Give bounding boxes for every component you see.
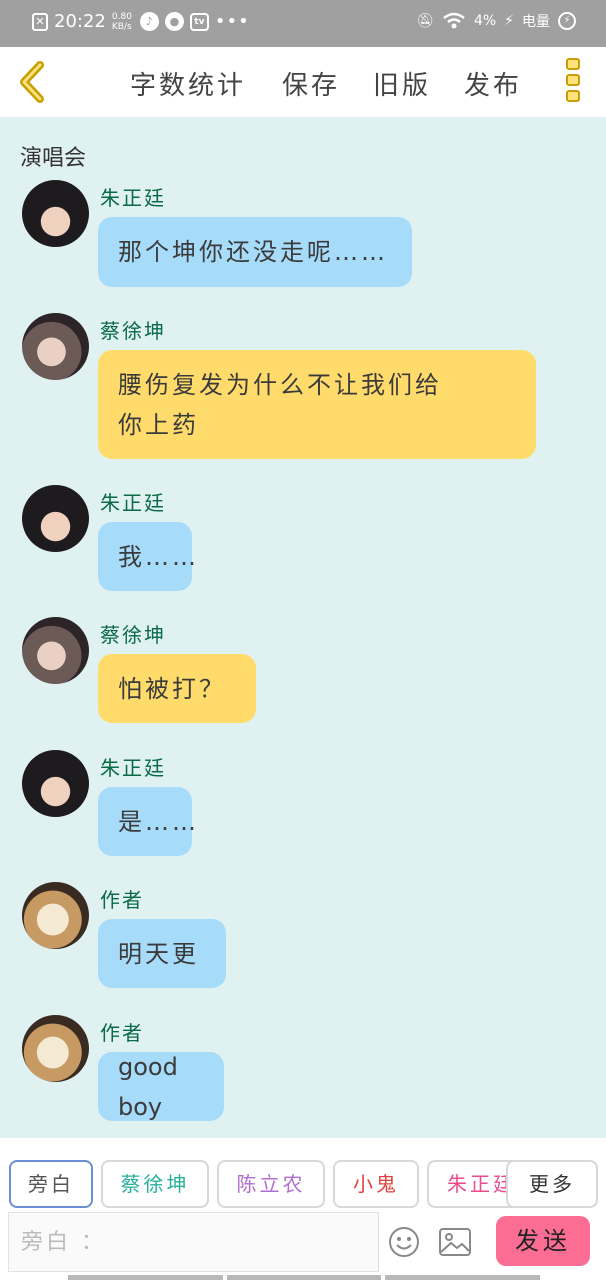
top-toolbar: 字数统计 保存 旧版 发布 bbox=[0, 47, 606, 117]
sender-name: 作者 bbox=[100, 888, 144, 912]
nav-indicator bbox=[68, 1275, 541, 1280]
message-bubble[interactable]: 是…… bbox=[98, 787, 196, 856]
message-bubble[interactable]: 那个坤你还没走呢…… bbox=[98, 217, 412, 287]
app-icon: ♪ bbox=[139, 12, 159, 31]
charging-icon: ⚡︎ bbox=[558, 12, 576, 30]
avatar-cai[interactable] bbox=[22, 617, 89, 684]
avatar-dog[interactable] bbox=[22, 882, 89, 949]
message-line: 腰伤复发为什么不让我们给 bbox=[118, 370, 442, 399]
mute-bell-icon: 🔕︎ bbox=[416, 13, 434, 29]
avatar-cai[interactable] bbox=[22, 313, 89, 380]
status-time: 20:22 bbox=[54, 11, 106, 32]
sender-name: 蔡徐坤 bbox=[100, 623, 166, 647]
sender-name: 朱正廷 bbox=[100, 491, 166, 515]
publish-button[interactable]: 发布 bbox=[464, 65, 522, 102]
more-dots-icon: ••• bbox=[214, 11, 250, 32]
save-button[interactable]: 保存 bbox=[282, 65, 340, 102]
chip-narrator[interactable]: 旁白 bbox=[9, 1160, 93, 1208]
word-count-button[interactable]: 字数统计 bbox=[130, 65, 246, 102]
avatar-zhu[interactable] bbox=[22, 485, 89, 552]
net-rate: 0.80 KB/s bbox=[111, 11, 132, 32]
message-bubble[interactable]: 腰伤复发为什么不让我们给 你上药 bbox=[98, 350, 536, 459]
sender-name: 朱正廷 bbox=[100, 756, 166, 780]
message-bubble[interactable]: 明天更 bbox=[98, 919, 226, 988]
avatar-zhu[interactable] bbox=[22, 180, 89, 247]
signal-icon: ⚡︎ bbox=[504, 13, 514, 29]
composer: 旁白 ： 发送 bbox=[0, 1210, 606, 1280]
battery-label: 电量 bbox=[522, 14, 550, 30]
avatar-dog[interactable] bbox=[22, 1015, 89, 1082]
status-bar: ✕ 20:22 0.80 KB/s ♪ ● tv ••• 🔕︎ 4% ⚡︎ 电量… bbox=[0, 0, 606, 47]
character-selector: 旁白 蔡徐坤 陈立农 小鬼 朱正廷 更多 bbox=[0, 1138, 606, 1210]
wechat-icon: ● bbox=[164, 12, 184, 31]
message-bubble[interactable]: 我…… bbox=[98, 522, 196, 591]
image-icon[interactable] bbox=[438, 1227, 472, 1257]
chip-chen[interactable]: 陈立农 bbox=[217, 1160, 325, 1208]
chip-cai[interactable]: 蔡徐坤 bbox=[101, 1160, 209, 1208]
sender-name: 蔡徐坤 bbox=[100, 319, 166, 343]
battery-percent: 4% bbox=[473, 13, 497, 29]
story-title: 演唱会 bbox=[20, 146, 87, 171]
avatar-zhu[interactable] bbox=[22, 750, 89, 817]
send-button[interactable]: 发送 bbox=[496, 1216, 590, 1266]
emoji-icon[interactable] bbox=[388, 1226, 420, 1258]
message-input[interactable]: 旁白 ： bbox=[8, 1212, 379, 1272]
more-characters-button[interactable]: 更多 bbox=[506, 1160, 598, 1208]
video-app-icon: tv bbox=[189, 12, 209, 31]
sender-name: 朱正廷 bbox=[100, 186, 166, 210]
chip-xiaogui[interactable]: 小鬼 bbox=[333, 1160, 419, 1208]
old-version-button[interactable]: 旧版 bbox=[373, 65, 431, 102]
message-bubble[interactable]: 怕被打？ bbox=[98, 654, 256, 723]
back-arrow-icon[interactable] bbox=[14, 60, 50, 104]
wifi-icon bbox=[443, 12, 465, 29]
sender-name: 作者 bbox=[100, 1021, 144, 1045]
message-bubble[interactable]: good boy bbox=[98, 1052, 224, 1121]
message-line: 你上药 bbox=[118, 410, 199, 439]
more-menu-icon[interactable] bbox=[566, 58, 582, 106]
notification-x-icon: ✕ bbox=[32, 12, 48, 31]
